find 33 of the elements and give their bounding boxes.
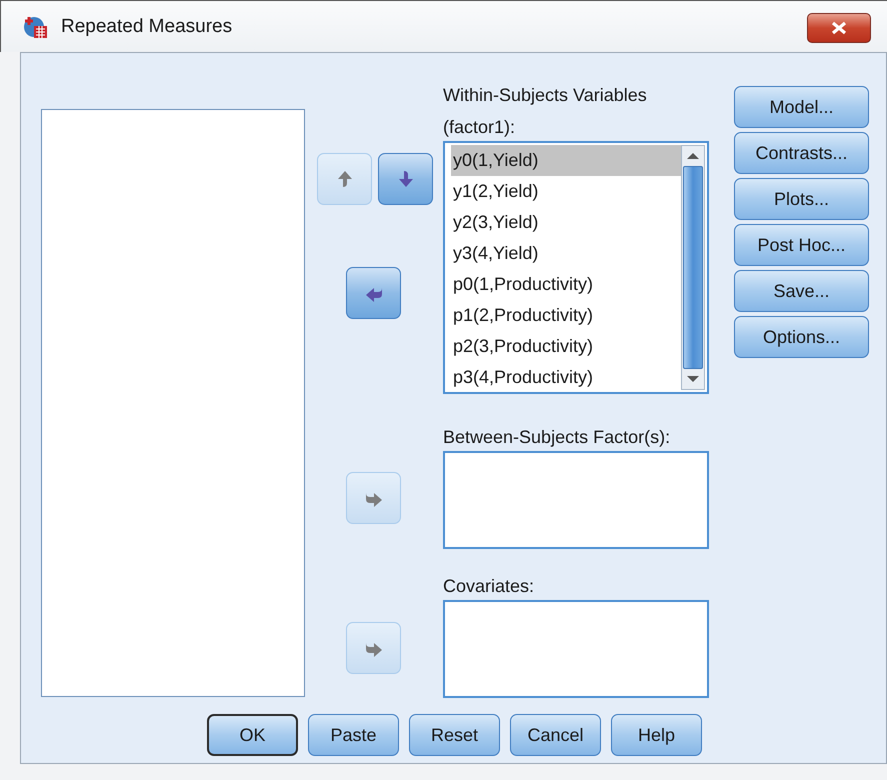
covariates-list[interactable] (443, 600, 709, 698)
within-subjects-label: Within-Subjects Variables (443, 84, 648, 107)
dialog-button[interactable]: Options... (734, 316, 869, 358)
list-item[interactable]: y1(2,Yield) (451, 176, 681, 207)
close-button[interactable] (807, 13, 871, 43)
within-subjects-list[interactable]: y0(1,Yield) y1(2,Yield) y2(3,Yield) y3(4,Yield) p0(1,Productivity) p1(2,Productivity) p2(3,Productivity) p3(4,Productivity) (443, 141, 709, 394)
factor-label: (factor1): (443, 116, 516, 139)
scroll-thumb[interactable] (683, 166, 703, 369)
close-icon (830, 21, 848, 35)
list-item[interactable]: p2(3,Productivity) (451, 331, 681, 362)
dialog-button[interactable]: Help (611, 714, 702, 756)
dialog-button[interactable]: Reset (409, 714, 500, 756)
list-item[interactable]: y0(1,Yield) (451, 145, 681, 176)
dialog-button[interactable]: OK (207, 714, 298, 756)
list-item[interactable]: p0(1,Productivity) (451, 269, 681, 300)
list-item[interactable]: y3(4,Yield) (451, 238, 681, 269)
dialog-button[interactable]: Paste (308, 714, 399, 756)
list-item[interactable]: p1(2,Productivity) (451, 300, 681, 331)
down-arrow-button[interactable] (378, 153, 433, 205)
scrollbar[interactable] (681, 145, 705, 390)
dialog-button[interactable]: Cancel (510, 714, 601, 756)
between-subjects-label: Between-Subjects Factor(s): (443, 426, 672, 449)
dialog-button[interactable]: Plots... (734, 178, 869, 220)
dialog-button[interactable]: Contrasts... (734, 132, 869, 174)
covariates-label: Covariates: (443, 575, 536, 598)
window-title: Repeated Measures (61, 16, 232, 38)
list-item[interactable]: y2(3,Yield) (451, 207, 681, 238)
dialog-button[interactable]: Save... (734, 270, 869, 312)
left-arrow-button[interactable] (346, 267, 401, 319)
dialog-button[interactable]: Post Hoc... (734, 224, 869, 266)
dialog-button[interactable]: Model... (734, 86, 869, 128)
list-item[interactable]: p3(4,Productivity) (451, 362, 681, 393)
between-subjects-list[interactable] (443, 451, 709, 549)
